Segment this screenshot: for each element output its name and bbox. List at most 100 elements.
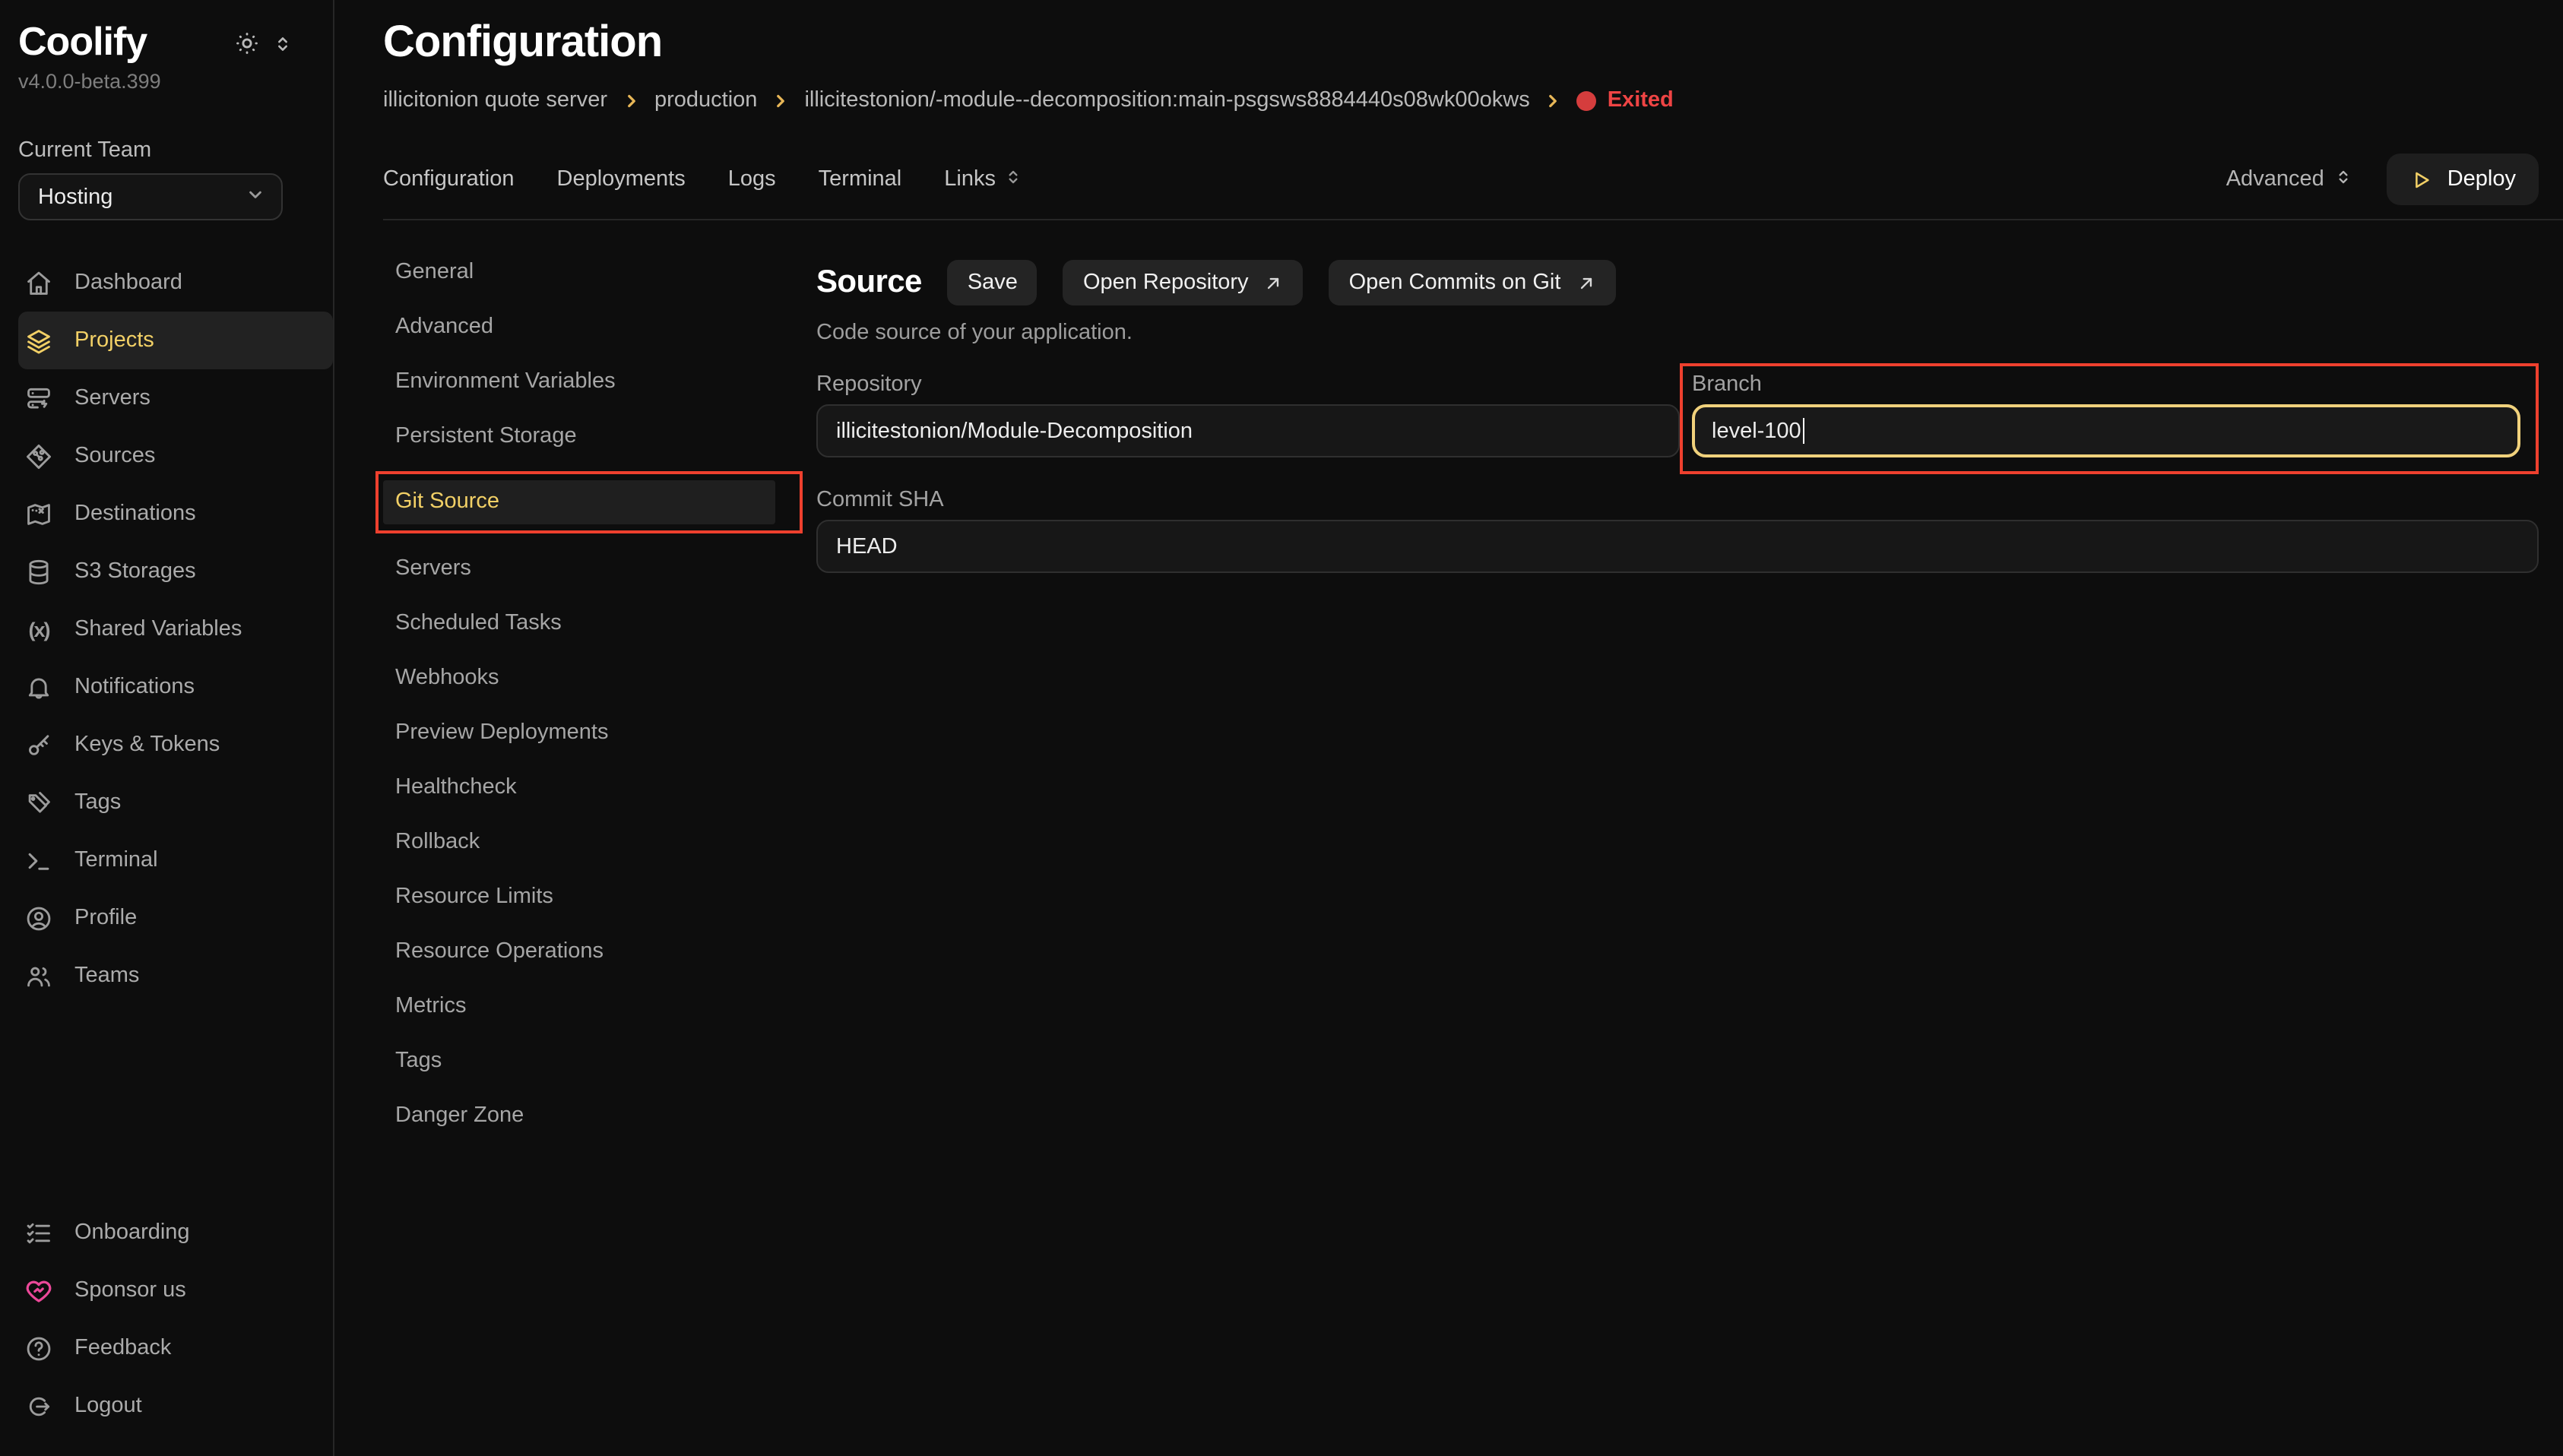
selector-icon (2333, 166, 2353, 192)
selector-icon (1003, 166, 1023, 192)
subnav-healthcheck[interactable]: Healthcheck (383, 760, 816, 815)
page-title: Configuration (383, 18, 2539, 68)
bell-icon (23, 671, 55, 703)
annotation-box-git-source: Git Source (375, 471, 803, 533)
tab-links[interactable]: Links (944, 166, 1023, 192)
git-source-icon (23, 440, 55, 472)
sidebar-item-label: Sources (74, 444, 155, 468)
sidebar-item-label: Projects (74, 328, 154, 353)
commit-sha-field-group: Commit SHA (816, 488, 2539, 573)
branch-input[interactable]: level-100 (1692, 404, 2520, 457)
subnav-servers[interactable]: Servers (383, 541, 816, 596)
chevron-right-icon (621, 90, 641, 110)
subnav-danger-zone[interactable]: Danger Zone (383, 1088, 816, 1143)
app-version: v4.0.0-beta.399 (18, 70, 318, 93)
open-commits-button[interactable]: Open Commits on Git (1329, 260, 1616, 305)
tab-logs[interactable]: Logs (728, 167, 776, 191)
database-icon (23, 555, 55, 587)
repository-input[interactable] (816, 404, 1680, 457)
section-title: Source (816, 264, 922, 301)
sidebar-item-dashboard[interactable]: Dashboard (18, 254, 318, 312)
sidebar-item-notifications[interactable]: Notifications (18, 658, 318, 716)
branch-label: Branch (1692, 372, 2520, 397)
git-source-panel: Source Save Open Repository Open Commits… (816, 260, 2539, 1456)
sidebar-item-sponsor-us[interactable]: Sponsor us (18, 1261, 318, 1319)
subnav-preview-deployments[interactable]: Preview Deployments (383, 705, 816, 760)
sidebar-item-teams[interactable]: Teams (18, 947, 318, 1005)
server-icon (23, 382, 55, 414)
deploy-button[interactable]: Deploy (2387, 154, 2539, 205)
breadcrumb-application[interactable]: illicitestonion/-module--decomposition:m… (804, 88, 1529, 112)
external-link-icon (1576, 273, 1595, 293)
sidebar-item-profile[interactable]: Profile (18, 889, 318, 947)
heart-hands-icon (23, 1274, 55, 1306)
sidebar-item-destinations[interactable]: Destinations (18, 485, 318, 543)
section-description: Code source of your application. (816, 321, 2539, 345)
sidebar-item-tags[interactable]: Tags (18, 774, 318, 831)
sidebar-item-label: Sponsor us (74, 1278, 186, 1302)
sidebar-item-onboarding[interactable]: Onboarding (18, 1204, 318, 1261)
sidebar-item-s3-storages[interactable]: S3 Storages (18, 543, 318, 600)
sidebar-item-label: Keys & Tokens (74, 733, 220, 757)
subnav-persistent-storage[interactable]: Persistent Storage (383, 409, 816, 464)
sidebar-item-label: Tags (74, 790, 121, 815)
sidebar-item-label: Teams (74, 964, 139, 988)
key-icon (23, 729, 55, 761)
app-logo: Coolify (18, 18, 147, 65)
sidebar-item-shared-variables[interactable]: (x) Shared Variables (18, 600, 318, 658)
subnav-webhooks[interactable]: Webhooks (383, 650, 816, 705)
subnav-rollback[interactable]: Rollback (383, 815, 816, 869)
logout-icon (23, 1390, 55, 1422)
open-repository-button[interactable]: Open Repository (1063, 260, 1304, 305)
sidebar-item-label: Destinations (74, 502, 196, 526)
subnav-scheduled-tasks[interactable]: Scheduled Tasks (383, 596, 816, 650)
team-select-value: Hosting (38, 185, 112, 209)
external-link-icon (1264, 273, 1284, 293)
annotation-box-branch: Branch level-100 (1680, 363, 2539, 474)
tabbar: Configuration Deployments Logs Terminal … (383, 152, 2539, 207)
checklist-icon (23, 1217, 55, 1249)
sidebar-item-logout[interactable]: Logout (18, 1377, 318, 1435)
sidebar-item-label: Terminal (74, 848, 158, 872)
subnav-resource-operations[interactable]: Resource Operations (383, 924, 816, 979)
chevron-right-icon (771, 90, 790, 110)
sidebar-item-projects[interactable]: Projects (18, 312, 333, 369)
save-button[interactable]: Save (948, 260, 1038, 305)
tab-configuration[interactable]: Configuration (383, 167, 515, 191)
home-icon (23, 267, 55, 299)
status-badge: Exited (1577, 88, 1674, 112)
sidebar-footer-nav: Onboarding Sponsor us Feedback Logout (18, 1204, 318, 1435)
subnav-git-source[interactable]: Git Source (383, 480, 775, 524)
commit-sha-input[interactable] (816, 520, 2539, 573)
tab-deployments[interactable]: Deployments (557, 167, 686, 191)
sidebar-item-label: Profile (74, 906, 137, 930)
sidebar-item-keys-tokens[interactable]: Keys & Tokens (18, 716, 318, 774)
layers-icon (23, 324, 55, 356)
breadcrumb-project[interactable]: illicitonion quote server (383, 88, 607, 112)
subnav-tags[interactable]: Tags (383, 1033, 816, 1088)
sidebar-item-label: Feedback (74, 1336, 171, 1360)
theme-selector-icon[interactable] (272, 33, 293, 54)
breadcrumb-environment[interactable]: production (654, 88, 757, 112)
tags-icon (23, 787, 55, 818)
repository-field-group: Repository (816, 363, 1680, 474)
play-icon (2409, 168, 2432, 191)
subnav-environment-variables[interactable]: Environment Variables (383, 354, 816, 409)
sidebar-item-sources[interactable]: Sources (18, 427, 318, 485)
subnav-general[interactable]: General (383, 245, 816, 299)
terminal-icon (23, 844, 55, 876)
subnav-metrics[interactable]: Metrics (383, 979, 816, 1033)
text-cursor (1803, 418, 1805, 444)
current-team-label: Current Team (18, 138, 318, 163)
team-select[interactable]: Hosting (18, 173, 283, 220)
braces-x-icon: (x) (23, 613, 55, 645)
sidebar-item-feedback[interactable]: Feedback (18, 1319, 318, 1377)
theme-toggle-sun-icon[interactable] (234, 30, 260, 56)
main-area: Configuration illicitonion quote server … (334, 0, 2563, 1456)
advanced-dropdown[interactable]: Advanced (2226, 166, 2353, 192)
tab-terminal[interactable]: Terminal (819, 167, 902, 191)
sidebar-item-servers[interactable]: Servers (18, 369, 318, 427)
subnav-advanced[interactable]: Advanced (383, 299, 816, 354)
subnav-resource-limits[interactable]: Resource Limits (383, 869, 816, 924)
sidebar-item-terminal[interactable]: Terminal (18, 831, 318, 889)
